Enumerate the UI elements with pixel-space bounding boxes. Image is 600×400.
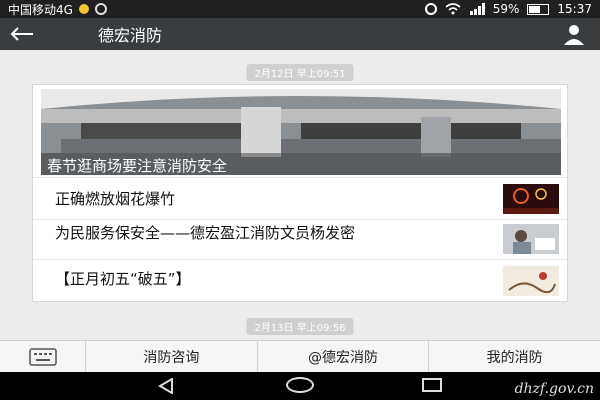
carrier-label: 中国移动4G [8,2,73,17]
news-card: 春节逛商场要注意消防安全 正确燃放烟花爆竹 为民服务保安全——德宏盈江消防文员杨… [32,84,568,302]
keyboard-icon[interactable] [0,341,86,373]
nav-back-icon[interactable] [158,378,174,394]
article-item[interactable]: 【正月初五“破五”】 [33,259,567,301]
page-title: 德宏消防 [98,26,163,45]
hero-caption: 春节逛商场要注意消防安全 [41,153,561,175]
message-timestamp: 2月12日 早上09:51 [246,64,354,81]
custom-menu-bar: 消防咨询 @德宏消防 我的消防 [0,340,600,373]
article-item[interactable]: 为民服务保安全——德宏盈江消防文员杨发密 [33,219,567,259]
person-icon[interactable] [562,22,586,46]
watermark: dhzf.gov.cn [514,381,594,397]
article-title: 【正月初五“破五”】 [55,270,191,288]
system-nav-bar: dhzf.gov.cn [0,372,600,400]
cell-signal-icon [469,3,485,15]
battery-icon [527,3,550,15]
app-notification-icon [94,3,107,15]
status-bar: 中国移动4G 59% 15:37 [0,0,600,18]
office-worker-thumbnail [503,224,559,254]
alarm-icon [424,3,437,15]
back-arrow-icon[interactable] [0,18,44,50]
weather-icon [78,4,89,14]
message-timestamp: 2月13日 早上09:56 [246,318,354,335]
nav-home-icon[interactable] [286,377,314,393]
nav-recent-apps-icon[interactable] [422,378,442,392]
article-item[interactable]: 正确燃放烟花爆竹 [33,177,567,219]
painting-thumbnail [503,266,559,296]
wifi-icon [445,3,461,15]
menu-my-fire-button[interactable]: 我的消防 [429,341,600,372]
menu-consult-button[interactable]: 消防咨询 [86,341,258,372]
article-title: 正确燃放烟花爆竹 [55,190,176,208]
menu-dehong-button[interactable]: @德宏消防 [258,341,430,372]
fireworks-thumbnail [503,184,559,214]
battery-percent: 59% [492,2,520,16]
app-header: 德宏消防 [0,18,600,50]
battery-level-fill [529,5,541,13]
clock: 15:37 [557,2,592,16]
hero-article[interactable]: 春节逛商场要注意消防安全 [41,89,561,175]
article-title: 为民服务保安全——德宏盈江消防文员杨发密 [55,224,356,242]
